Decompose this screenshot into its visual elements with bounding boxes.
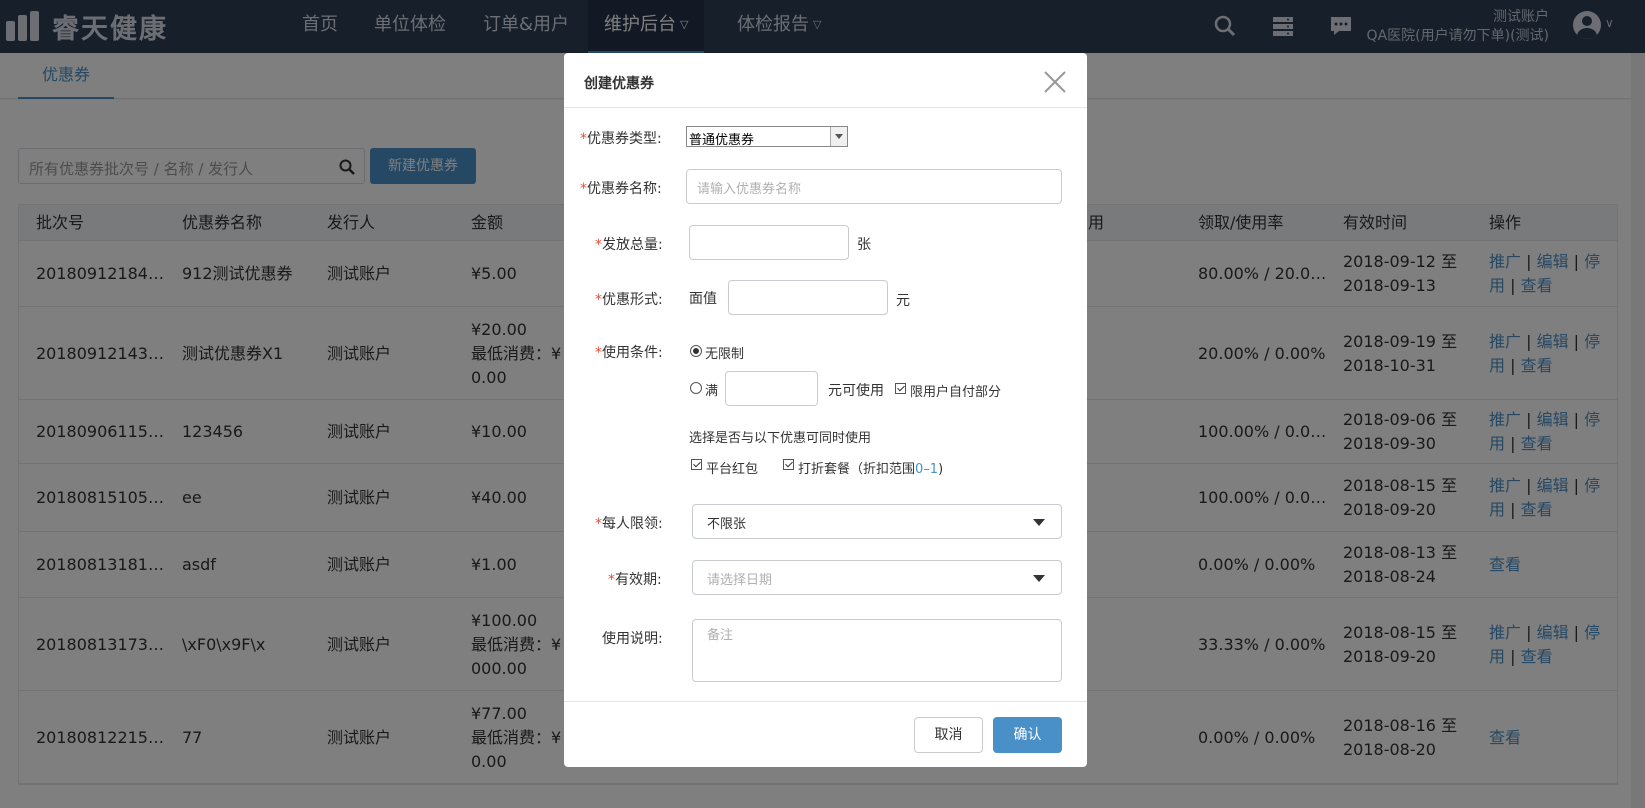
cancel-button[interactable]: 取消: [914, 717, 983, 753]
per-person-limit-select[interactable]: 不限张: [692, 504, 1062, 539]
dropdown-arrow-icon: [1033, 519, 1045, 526]
threshold-amount-input[interactable]: [725, 371, 818, 406]
coupon-type-value: 普通优惠券: [689, 133, 755, 148]
validity-date-picker[interactable]: 请选择日期: [692, 560, 1062, 595]
coupon-type-select[interactable]: 普通优惠券: [686, 126, 848, 148]
total-label: *发放总量:: [595, 237, 663, 253]
dropdown-arrow-icon: [1033, 575, 1045, 582]
red-packet-label: 平台红包: [706, 462, 759, 477]
form-label: *优惠形式:: [595, 292, 663, 308]
unlimited-label: 无限制: [705, 347, 745, 362]
dialog-title: 创建优惠券: [584, 76, 654, 92]
dialog-footer: 取消 确认: [564, 701, 1087, 767]
combo-hint: 选择是否与以下优惠可同时使用: [689, 431, 872, 446]
description-placeholder: 备注: [707, 628, 734, 643]
description-label: 使用说明:: [602, 631, 663, 647]
name-label: *优惠券名称:: [580, 181, 662, 197]
threshold-radio[interactable]: [690, 382, 702, 394]
description-textarea[interactable]: 备注: [692, 619, 1062, 682]
dialog-header: 创建优惠券: [564, 53, 1087, 108]
validity-label: *有效期:: [608, 572, 662, 588]
type-label: *优惠券类型:: [580, 131, 662, 147]
total-unit: 张: [857, 237, 871, 253]
total-quantity-input[interactable]: [689, 225, 849, 260]
name-placeholder: 请输入优惠券名称: [697, 182, 802, 197]
close-icon[interactable]: [1043, 70, 1067, 94]
face-value-input[interactable]: [728, 280, 888, 315]
self-pay-checkbox[interactable]: [895, 383, 906, 394]
condition-label: *使用条件:: [595, 345, 663, 361]
threshold-suffix: 元可使用: [828, 383, 884, 399]
red-packet-checkbox[interactable]: [691, 459, 702, 470]
dropdown-arrow-icon: [830, 127, 847, 146]
face-value-unit: 元: [896, 293, 910, 309]
self-pay-label: 限用户自付部分: [910, 385, 1002, 400]
limit-label: *每人限领:: [595, 516, 663, 532]
unlimited-radio[interactable]: [690, 345, 702, 357]
confirm-button[interactable]: 确认: [993, 717, 1062, 753]
discount-package-label: 打折套餐（折扣范围0–1): [798, 462, 944, 477]
range-max-link[interactable]: 1: [930, 462, 938, 477]
discount-package-checkbox[interactable]: [783, 459, 794, 470]
threshold-label: 满: [705, 384, 719, 399]
limit-value: 不限张: [707, 517, 747, 532]
face-value-label: 面值: [689, 291, 717, 307]
validity-placeholder: 请选择日期: [707, 573, 773, 588]
coupon-name-input[interactable]: 请输入优惠券名称: [686, 169, 1062, 204]
